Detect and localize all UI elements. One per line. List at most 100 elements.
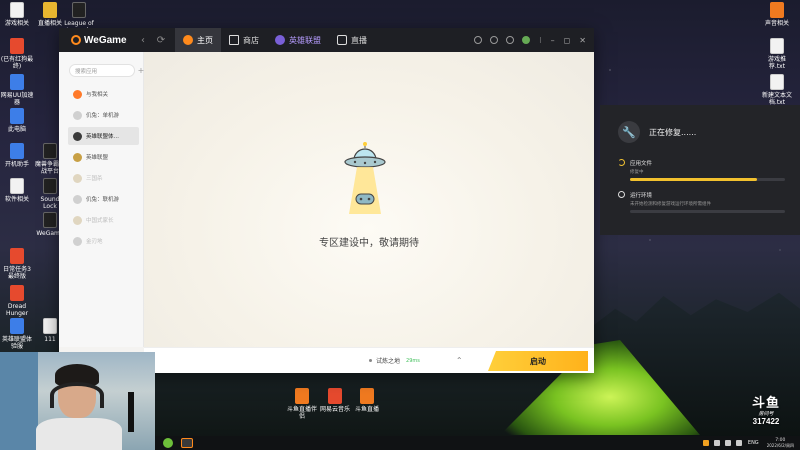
shortcut-icon bbox=[10, 248, 24, 264]
desktop-shortcut[interactable]: 日常任务3 最终版 bbox=[0, 248, 34, 280]
close-button[interactable]: ✕ bbox=[579, 36, 586, 45]
desktop-shortcut[interactable]: 此电脑 bbox=[0, 108, 34, 133]
user-avatar[interactable] bbox=[522, 36, 531, 44]
spinner-icon bbox=[618, 159, 625, 166]
launch-button[interactable]: 启动 bbox=[488, 351, 588, 371]
back-button[interactable]: ‹ bbox=[137, 35, 149, 46]
sidebar-game-item[interactable]: 英雄联盟体… bbox=[68, 127, 139, 145]
tab-shop[interactable]: 商店 bbox=[221, 28, 267, 52]
under-construction-message: 专区建设中，敬请期待 bbox=[319, 238, 419, 249]
tray-app-icon[interactable] bbox=[713, 440, 720, 446]
server-selector[interactable]: 试炼之地 29ms bbox=[369, 356, 420, 365]
clock-icon bbox=[618, 191, 625, 198]
refresh-button[interactable]: ⟳ bbox=[155, 35, 167, 46]
menu-button[interactable]: ⁝ bbox=[539, 36, 542, 45]
shortcut-label: 游戏推荐.txt bbox=[767, 56, 786, 70]
shortcut-label: 日常任务3 最终版 bbox=[3, 266, 31, 280]
shortcut-icon bbox=[43, 178, 57, 194]
sidebar-game-item[interactable]: 三国杀 bbox=[68, 169, 139, 187]
douyu-logo: 斗鱼 bbox=[751, 395, 780, 410]
desktop-shortcut[interactable]: 斗鱼直播伴侣 bbox=[285, 388, 319, 420]
sidebar-game-item[interactable]: 金刃地 bbox=[68, 232, 139, 250]
message-icon[interactable] bbox=[490, 36, 499, 44]
sidebar-game-label: 中国式家长 bbox=[86, 218, 114, 224]
launch-bar: 试炼之地 29ms ⌃ 启动 bbox=[144, 347, 594, 373]
tab-home-label: 主页 bbox=[197, 35, 213, 45]
shortcut-label: Dread Hunger bbox=[5, 303, 29, 317]
maximize-button[interactable]: ◻ bbox=[564, 36, 571, 45]
repair-item-subtitle: 未开始检测和修复游戏运行环境所需组件 bbox=[630, 202, 711, 207]
sidebar-game-label: 三国杀 bbox=[86, 176, 103, 182]
home-icon bbox=[183, 35, 193, 45]
repair-header: 🔧 正在修复...... bbox=[600, 105, 800, 143]
shortcut-icon bbox=[43, 143, 57, 159]
shortcut-icon bbox=[10, 178, 24, 194]
shortcut-icon bbox=[10, 2, 24, 18]
tab-lol[interactable]: 英雄联盟 bbox=[267, 28, 329, 52]
gift-icon[interactable] bbox=[474, 36, 483, 44]
desktop-shortcut[interactable]: 网易UU加速器 bbox=[0, 74, 34, 106]
game-icon bbox=[73, 236, 82, 246]
desktop-shortcut[interactable]: 游戏相关 bbox=[0, 2, 34, 27]
search-apps-field[interactable]: 搜索应用 + bbox=[69, 64, 144, 77]
shortcut-label: 游戏相关 bbox=[4, 20, 29, 27]
shortcut-icon bbox=[295, 388, 309, 404]
wegame-sidebar: 搜索应用 + 与我相关仉兔：单机游 英雄联盟体… 英雄联盟三国杀仉兔：联机游中国式家… bbox=[59, 52, 144, 347]
desktop-shortcut[interactable]: 开机助手 bbox=[0, 143, 34, 168]
shortcut-icon bbox=[10, 74, 24, 90]
shortcut-icon bbox=[328, 388, 342, 404]
douyu-watermark: 斗鱼 房间号 317422 bbox=[736, 392, 796, 426]
desktop-shortcut[interactable]: 网易云音乐 bbox=[318, 388, 352, 413]
game-icon bbox=[73, 110, 82, 120]
tray-app-icon[interactable] bbox=[702, 440, 709, 446]
desktop-shortcut[interactable]: 新建文本文档.txt bbox=[760, 74, 794, 106]
desktop-shortcut[interactable]: 斗鱼直播 bbox=[350, 388, 384, 413]
shortcut-icon bbox=[43, 318, 57, 334]
sidebar-game-list: 与我相关仉兔：单机游 英雄联盟体… 英雄联盟三国杀仉兔：联机游中国式家长金刃地 bbox=[59, 85, 143, 250]
taskbar-app-icon[interactable] bbox=[163, 438, 173, 448]
shortcut-icon bbox=[10, 285, 24, 301]
shortcut-label: 111 bbox=[44, 336, 56, 343]
desktop-shortcut[interactable]: (已有红狗最终) bbox=[0, 38, 34, 70]
shortcut-label: 软件相关 bbox=[4, 196, 29, 203]
tray-network-icon[interactable] bbox=[724, 440, 731, 446]
shortcut-label: 声音相关 bbox=[764, 20, 789, 27]
shortcut-icon bbox=[770, 38, 784, 54]
tab-shop-label: 商店 bbox=[243, 35, 259, 45]
wegame-logo: WeGame bbox=[71, 35, 131, 46]
taskbar-wegame-icon[interactable] bbox=[181, 438, 193, 448]
shortcut-label: 斗鱼直播伴侣 bbox=[286, 406, 317, 420]
clock-date: 2022/6/2/周四 bbox=[766, 443, 794, 448]
wegame-logo-text: WeGame bbox=[84, 34, 127, 46]
shortcut-icon bbox=[43, 2, 57, 18]
repair-item-title: 运行环境 bbox=[630, 193, 653, 199]
tab-live[interactable]: 直播 bbox=[329, 28, 375, 52]
shortcut-label: 新建文本文档.txt bbox=[761, 92, 792, 106]
taskbar-clock[interactable]: 7:00 2022/6/2/周四 bbox=[767, 438, 794, 448]
desktop-shortcut[interactable]: 声音相关 bbox=[760, 2, 794, 27]
desktop-shortcut[interactable]: 软件相关 bbox=[0, 178, 34, 203]
tray-volume-icon[interactable] bbox=[735, 440, 742, 446]
repair-title: 正在修复...... bbox=[649, 127, 697, 137]
taskbar: ENG 7:00 2022/6/2/周四 bbox=[155, 436, 800, 450]
shortcut-icon bbox=[72, 2, 86, 18]
chevron-up-icon[interactable]: ⌃ bbox=[456, 356, 463, 365]
input-language[interactable]: ENG bbox=[748, 440, 759, 446]
desktop-shortcut[interactable]: 英雄联盟体验服 bbox=[0, 318, 34, 350]
wegame-titlebar[interactable]: WeGame ‹ ⟳ 主页 商店 英雄联盟 直播 ⁝ – ◻ ✕ bbox=[59, 28, 594, 52]
sidebar-game-item[interactable]: 仉兔：单机游 bbox=[68, 106, 139, 124]
download-icon[interactable] bbox=[506, 36, 515, 44]
shortcut-label: 直播相关 bbox=[37, 20, 62, 27]
tab-home[interactable]: 主页 bbox=[175, 28, 221, 52]
sidebar-game-item[interactable]: 英雄联盟 bbox=[68, 148, 139, 166]
minimize-button[interactable]: – bbox=[551, 36, 555, 45]
sidebar-game-item[interactable]: 中国式家长 bbox=[68, 211, 139, 229]
progress-fill bbox=[630, 178, 758, 181]
game-icon bbox=[73, 89, 82, 99]
shortcut-icon bbox=[10, 108, 24, 124]
sidebar-game-item[interactable]: 与我相关 bbox=[68, 85, 139, 103]
desktop-shortcut[interactable]: 游戏推荐.txt bbox=[760, 38, 794, 70]
sidebar-game-item[interactable]: 仉兔：联机游 bbox=[68, 190, 139, 208]
repair-item-runtime: 运行环境 未开始检测和修复游戏运行环境所需组件 bbox=[600, 191, 800, 213]
desktop-shortcut[interactable]: Dread Hunger bbox=[0, 285, 34, 317]
